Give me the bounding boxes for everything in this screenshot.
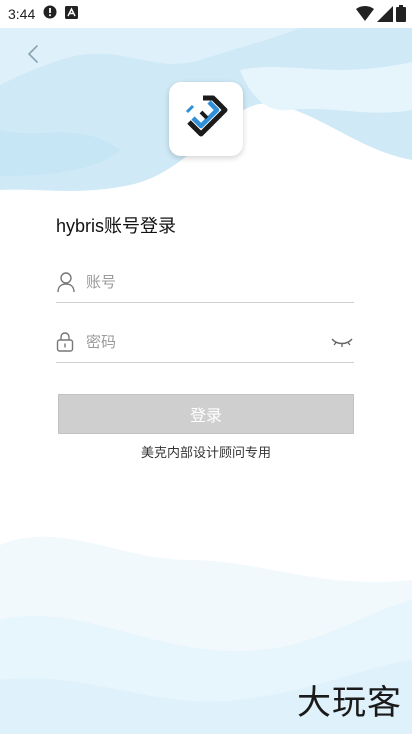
password-input[interactable] <box>86 333 330 351</box>
signal-icon <box>377 5 393 26</box>
battery-icon <box>396 5 406 26</box>
chevron-left-icon <box>27 45 38 63</box>
restriction-note: 美克内部设计顾问专用 <box>140 446 271 461</box>
account-field <box>56 262 354 303</box>
status-bar: 3:44 <box>0 0 412 28</box>
back-button[interactable] <box>20 40 48 68</box>
lock-icon <box>56 331 76 353</box>
eye-closed-icon[interactable] <box>330 334 354 350</box>
login-button[interactable]: 登录 <box>58 394 354 434</box>
user-icon <box>56 271 76 293</box>
status-right-icons <box>356 5 406 26</box>
login-title: hybris账号登录 <box>56 216 177 236</box>
a-icon <box>65 5 79 23</box>
app-logo <box>169 82 243 156</box>
account-input[interactable] <box>86 273 354 291</box>
watermark: 大玩客 <box>297 683 402 723</box>
wifi-icon <box>356 5 374 26</box>
hybris-logo <box>185 95 228 137</box>
status-time: 3:44 <box>8 6 36 22</box>
password-field <box>56 322 354 363</box>
alert-icon <box>43 5 57 23</box>
